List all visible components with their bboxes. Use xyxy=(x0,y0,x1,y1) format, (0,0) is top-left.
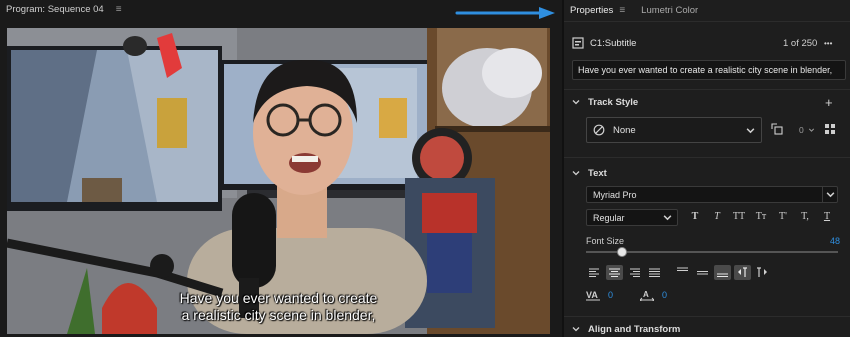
subtitle-text-value: Have you ever wanted to create a realist… xyxy=(578,65,833,75)
font-family-value: Myriad Pro xyxy=(593,189,637,200)
track-style-label: Track Style xyxy=(588,96,639,108)
divider xyxy=(564,316,850,317)
small-caps-button[interactable]: Tт xyxy=(752,211,770,222)
underline-button[interactable]: T xyxy=(818,211,836,222)
tracking-control: A 0 xyxy=(640,289,667,301)
chevron-down-icon xyxy=(572,171,580,176)
faux-bold-button[interactable]: T xyxy=(686,211,704,222)
push-to-track-icon[interactable] xyxy=(771,123,783,135)
clip-name: C1:Subtitle xyxy=(590,37,637,49)
kerning-icon: VA xyxy=(586,290,600,301)
tab-menu-icon[interactable]: ≡ xyxy=(619,5,625,16)
subtitle-clip-icon xyxy=(572,37,584,49)
chevron-down-icon xyxy=(572,327,580,332)
video-frame[interactable]: Have you ever wanted to create a realist… xyxy=(7,28,550,334)
subtitle-line-1: Have you ever wanted to create xyxy=(179,290,378,306)
tab-lumetri-color[interactable]: Lumetri Color xyxy=(641,5,698,16)
panel-tabs: Properties ≡ Lumetri Color xyxy=(564,0,850,22)
kerning-value[interactable]: 0 xyxy=(608,290,613,300)
subtitle-overlay[interactable]: Have you ever wanted to create a realist… xyxy=(7,290,550,324)
font-size-label: Font Size xyxy=(586,236,625,246)
align-bottom-icon[interactable] xyxy=(714,265,731,280)
subtitle-line-2: a realistic city scene in blender, xyxy=(181,307,376,323)
chevron-down-icon[interactable] xyxy=(808,127,815,133)
tracking-value[interactable]: 0 xyxy=(662,290,667,300)
add-style-icon[interactable]: + xyxy=(825,95,833,110)
align-transform-label: Align and Transform xyxy=(588,323,681,335)
track-style-badge: 0 xyxy=(799,125,804,135)
chevron-down-icon xyxy=(663,215,672,221)
more-options-icon[interactable]: ••• xyxy=(824,39,832,48)
type-style-buttons: T T TT Tт T' T, T xyxy=(686,211,836,222)
kerning-control: VA 0 xyxy=(586,289,613,301)
chevron-down-icon xyxy=(826,192,834,198)
none-icon xyxy=(593,124,605,136)
text-section-header[interactable]: Text xyxy=(564,166,850,180)
text-section-label: Text xyxy=(588,167,607,179)
chevron-down-icon xyxy=(572,100,580,105)
properties-panel: Properties ≡ Lumetri Color C1:Subtitle 1… xyxy=(562,0,850,337)
program-menu-icon[interactable]: ≡ xyxy=(116,4,122,15)
align-left-icon[interactable] xyxy=(586,265,603,280)
program-monitor: Program: Sequence 04 ≡ Have you ever wan… xyxy=(0,0,562,337)
font-size-value[interactable]: 48 xyxy=(830,236,840,246)
all-caps-button[interactable]: TT xyxy=(730,211,748,222)
track-style-dropdown[interactable]: None xyxy=(586,117,762,143)
program-title: Program: Sequence 04 xyxy=(6,3,104,15)
arrow-annotation xyxy=(455,7,555,19)
ltr-text-direction-icon[interactable] xyxy=(734,265,751,280)
font-style-dropdown[interactable]: Regular xyxy=(586,209,678,226)
align-center-icon[interactable] xyxy=(606,265,623,280)
subscript-button[interactable]: T, xyxy=(796,211,814,222)
chevron-down-icon xyxy=(746,127,755,133)
svg-text:VA: VA xyxy=(586,290,598,300)
font-size-slider[interactable] xyxy=(586,247,838,257)
align-transform-header[interactable]: Align and Transform xyxy=(564,322,850,336)
clip-header: C1:Subtitle 1 of 250 ••• xyxy=(564,36,850,50)
font-family-dropdown[interactable]: Myriad Pro xyxy=(586,186,838,203)
subtitle-text-field[interactable]: Have you ever wanted to create a realist… xyxy=(572,60,846,80)
justify-icon[interactable] xyxy=(646,265,663,280)
clip-count: 1 of 250 xyxy=(783,37,818,49)
font-style-value: Regular xyxy=(593,212,625,223)
faux-italic-button[interactable]: T xyxy=(708,211,726,222)
grid-icon[interactable] xyxy=(825,124,835,134)
track-style-header[interactable]: Track Style + xyxy=(564,95,850,110)
video-frame-image xyxy=(7,28,550,334)
track-style-value: None xyxy=(613,124,636,136)
divider xyxy=(564,157,850,158)
rtl-text-direction-icon[interactable] xyxy=(754,265,771,280)
font-size-slider-thumb[interactable] xyxy=(617,247,628,257)
tracking-icon: A xyxy=(640,290,654,301)
font-family-arrow xyxy=(822,186,837,203)
superscript-button[interactable]: T' xyxy=(774,211,792,222)
divider xyxy=(564,89,850,90)
tab-properties[interactable]: Properties xyxy=(570,5,613,16)
align-right-icon[interactable] xyxy=(626,265,643,280)
alignment-buttons xyxy=(586,265,771,280)
align-top-icon[interactable] xyxy=(674,265,691,280)
svg-text:A: A xyxy=(643,290,649,299)
align-middle-icon[interactable] xyxy=(694,265,711,280)
